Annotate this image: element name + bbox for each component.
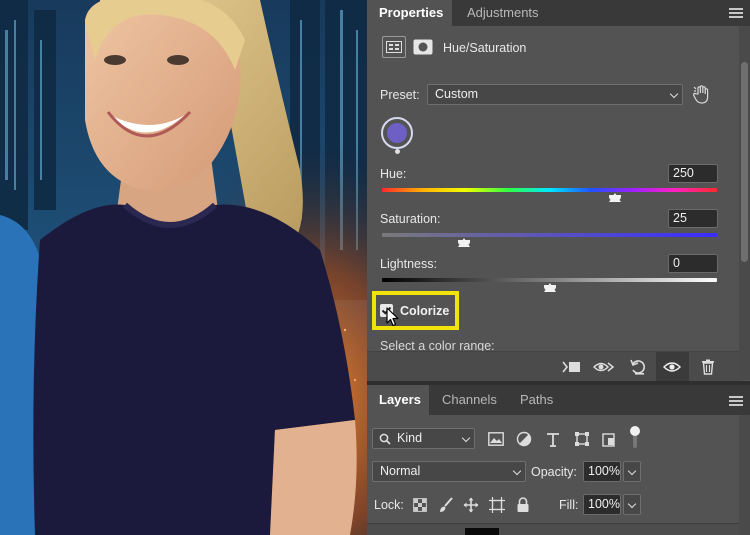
visibility-eye-icon[interactable] <box>661 356 683 378</box>
blend-mode-value: Normal <box>380 464 421 478</box>
lock-artboard-icon[interactable] <box>486 494 508 516</box>
color-swatch[interactable] <box>381 117 413 149</box>
trash-icon[interactable] <box>697 356 719 378</box>
fill-dropdown[interactable] <box>623 494 641 515</box>
panel-menu-icon[interactable] <box>729 8 743 18</box>
chevron-down-icon <box>512 466 522 476</box>
preset-value: Custom <box>435 87 479 101</box>
chevron-down-icon <box>627 466 637 476</box>
swatch-indicator <box>395 149 400 154</box>
hue-slider-thumb[interactable] <box>609 193 621 202</box>
layers-menu-icon[interactable] <box>729 396 743 406</box>
mouse-cursor-icon <box>386 307 399 327</box>
lightness-slider-track[interactable] <box>382 278 717 282</box>
reset-icon[interactable] <box>627 356 649 378</box>
lightness-input[interactable]: 0 <box>668 254 718 273</box>
colorize-label: Colorize <box>400 304 450 318</box>
chevron-down-icon <box>669 89 679 99</box>
chevron-down-icon <box>461 433 471 443</box>
filter-shape-icon[interactable] <box>571 428 593 450</box>
tab-adjustments[interactable]: Adjustments <box>455 0 551 26</box>
filter-pixel-icon[interactable] <box>485 428 507 450</box>
properties-scroll-thumb[interactable] <box>741 62 748 262</box>
adjustment-title: Hue/Saturation <box>443 41 527 55</box>
tab-properties[interactable]: Properties <box>367 0 452 26</box>
opacity-dropdown[interactable] <box>623 461 641 482</box>
preset-label: Preset: <box>380 88 420 102</box>
properties-scrollbar[interactable] <box>739 26 750 380</box>
properties-footer <box>367 351 739 381</box>
photo-illustration <box>0 0 367 535</box>
filter-adjustment-icon[interactable] <box>513 428 535 450</box>
layers-tabbar: Layers Channels Paths <box>367 385 750 415</box>
filter-smart-object-icon[interactable] <box>599 428 621 450</box>
tab-layers[interactable]: Layers <box>367 385 429 415</box>
hue-input[interactable]: 250 <box>668 164 718 183</box>
lock-transparent-pixels-icon[interactable] <box>409 494 431 516</box>
right-panel: Properties Adjustments Hue/Saturation Pr… <box>367 0 750 535</box>
saturation-slider-thumb[interactable] <box>458 238 470 247</box>
tab-paths[interactable]: Paths <box>508 385 565 415</box>
layers-scrollbar[interactable] <box>739 415 750 535</box>
saturation-input[interactable]: 25 <box>668 209 718 228</box>
layer-thumbnail <box>465 528 499 535</box>
search-icon <box>379 433 391 445</box>
hue-slider-track[interactable] <box>382 188 717 192</box>
fill-label: Fill: <box>559 498 579 512</box>
tab-channels[interactable]: Channels <box>430 385 509 415</box>
filter-toggle-switch[interactable] <box>627 426 643 450</box>
lock-label: Lock: <box>374 498 404 512</box>
lightness-slider-thumb[interactable] <box>544 283 556 292</box>
preset-dropdown[interactable]: Custom <box>427 84 683 105</box>
lock-position-move-icon[interactable] <box>460 494 482 516</box>
layer-mask-icon[interactable] <box>411 36 435 58</box>
chevron-down-icon <box>627 499 637 509</box>
lightness-label: Lightness: <box>380 257 437 271</box>
hue-label: Hue: <box>380 167 407 181</box>
canvas-photo <box>0 0 367 535</box>
opacity-input[interactable]: 100% <box>583 461 621 482</box>
layer-row[interactable] <box>367 523 739 535</box>
adjustment-layer-icon[interactable] <box>382 36 406 58</box>
clip-to-layer-icon[interactable] <box>560 356 582 378</box>
layer-filter-value: Kind <box>397 431 423 445</box>
layer-filter-dropdown[interactable]: Kind <box>372 428 475 449</box>
blend-mode-dropdown[interactable]: Normal <box>372 461 526 482</box>
targeted-adjustment-hand-icon[interactable] <box>691 84 713 106</box>
lock-image-pixels-brush-icon[interactable] <box>435 494 457 516</box>
lock-all-padlock-icon[interactable] <box>512 494 534 516</box>
swatch-fill <box>387 123 407 143</box>
saturation-slider-track[interactable] <box>382 233 717 237</box>
opacity-label: Opacity: <box>531 465 577 479</box>
filter-type-icon[interactable] <box>542 428 564 450</box>
properties-tabbar: Properties Adjustments <box>367 0 750 26</box>
view-previous-state-icon[interactable] <box>593 356 615 378</box>
fill-input[interactable]: 100% <box>583 494 621 515</box>
saturation-label: Saturation: <box>380 212 441 226</box>
